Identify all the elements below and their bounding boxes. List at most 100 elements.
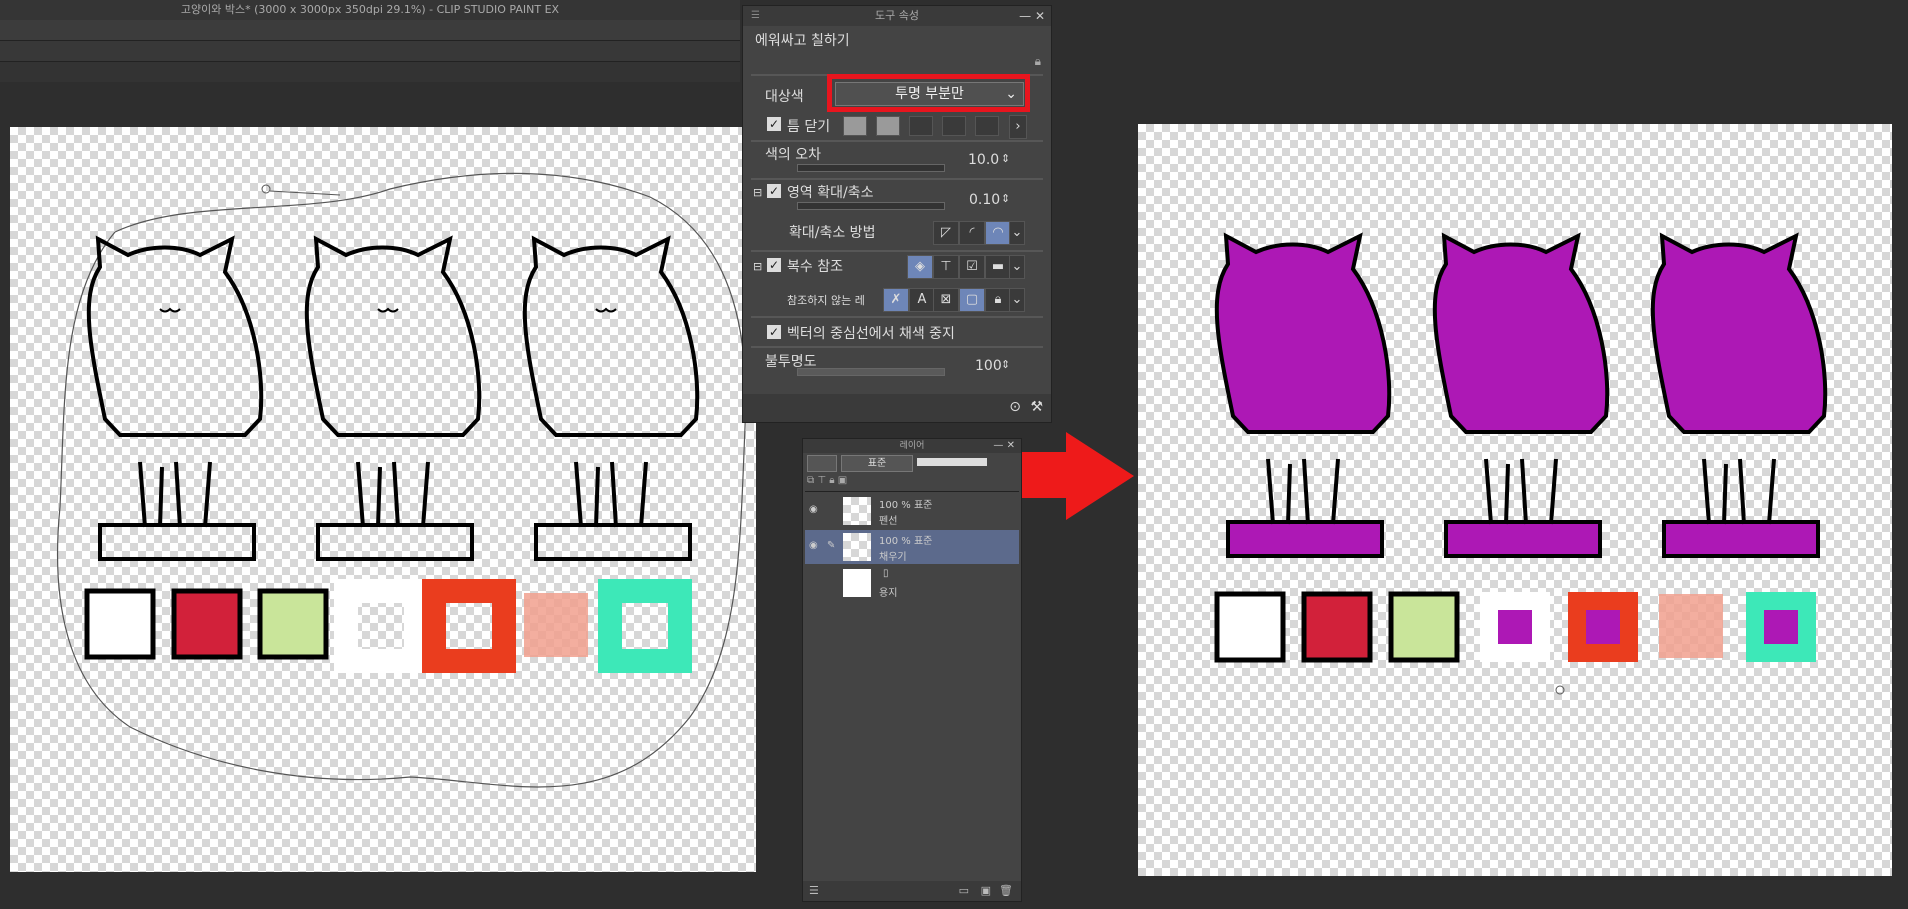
tolerance-label: 색의 오차 bbox=[765, 147, 821, 163]
tool-name: 에워싸고 칠하기 bbox=[755, 33, 850, 49]
check-icon[interactable]: ✓ bbox=[767, 117, 781, 131]
chevron-right-icon[interactable]: › bbox=[1009, 115, 1027, 139]
chevron-down-icon[interactable]: ⌄ bbox=[1009, 255, 1025, 279]
layer-opacity: 100 % 표준 bbox=[879, 536, 933, 547]
scale-soft-icon[interactable]: ◠ bbox=[985, 221, 1011, 245]
tolerance-value[interactable]: 10.0 bbox=[968, 152, 999, 168]
area-scaling-slider[interactable] bbox=[797, 202, 945, 210]
layer-row[interactable]: ◉ 100 % 표준 펜선 bbox=[805, 494, 1019, 528]
divider bbox=[751, 178, 1043, 180]
panel-menu-icon[interactable]: ☰ bbox=[809, 884, 819, 897]
tolerance-slider[interactable] bbox=[797, 164, 945, 172]
gap-level-3[interactable] bbox=[909, 116, 933, 136]
clip-icon[interactable]: ⧉ bbox=[807, 475, 814, 486]
command-bar bbox=[0, 20, 740, 41]
check-icon[interactable]: ✓ bbox=[767, 325, 781, 339]
scaling-method-label: 확대/축소 방법 bbox=[789, 225, 876, 241]
chevron-down-icon[interactable]: ⌄ bbox=[1009, 288, 1025, 312]
canvas-before[interactable] bbox=[10, 127, 756, 872]
layer-panel-footer: ☰ 🗑︎ ▣ ▭ bbox=[803, 881, 1021, 901]
close-gap-label: 틈 닫기 bbox=[787, 119, 831, 135]
scale-square-icon[interactable]: ◸ bbox=[933, 221, 959, 245]
opacity-value[interactable]: 100 bbox=[975, 358, 1002, 374]
exclude-edit-icon[interactable]: ⊠ bbox=[933, 288, 959, 312]
check-icon[interactable]: ✓ bbox=[767, 258, 781, 272]
swatch-row-after bbox=[1214, 591, 1816, 663]
exclude-locked-icon[interactable]: 🔒︎ bbox=[985, 288, 1011, 312]
layer-panel: 레이어 — ✕ 표준 ⧉ ⊤ 🔒︎ ▣ ◉ 100 % 표준 펜선 ◉ ✎ 10… bbox=[802, 438, 1022, 902]
mask-icon[interactable]: ▣ bbox=[838, 475, 847, 486]
panel-footer: ⊙ ⚒ bbox=[743, 394, 1051, 422]
divider bbox=[751, 316, 1043, 318]
reference-all-layers-icon[interactable]: ◈ bbox=[907, 255, 933, 279]
folder-icon[interactable]: ▬ bbox=[985, 255, 1011, 279]
layer-name: 펜선 bbox=[879, 516, 898, 527]
tool-property-panel: ☰ 도구 속성 — ✕ 에워싸고 칠하기 🔒︎ 대상색 투명 부분만 ⌄ ✓ 틈… bbox=[742, 5, 1052, 423]
exclude-paper-icon[interactable]: ▢ bbox=[959, 288, 985, 312]
divider bbox=[751, 346, 1043, 348]
area-scaling-value[interactable]: 0.10 bbox=[969, 192, 1000, 208]
opacity-slider[interactable] bbox=[797, 368, 945, 376]
canvas-after[interactable] bbox=[1138, 124, 1892, 876]
cat-3-filled bbox=[1650, 232, 1828, 558]
grip-icon[interactable]: ☰ bbox=[751, 6, 760, 26]
collapse-icon[interactable]: ⊟ bbox=[753, 260, 762, 273]
minimize-icon[interactable]: — bbox=[1019, 9, 1031, 23]
gap-level-1[interactable] bbox=[843, 116, 867, 136]
eye-icon[interactable]: ◉ bbox=[809, 504, 818, 515]
window-title: 고양이와 박스* (3000 x 3000px 350dpi 29.1%) - … bbox=[0, 0, 740, 20]
new-layer-icon[interactable]: ▣ bbox=[981, 884, 991, 897]
layer-panel-titlebar: 레이어 — ✕ bbox=[803, 439, 1021, 453]
blend-mode-dropdown[interactable]: 표준 bbox=[841, 455, 913, 472]
reference-layer-icon[interactable]: ⊤ bbox=[817, 475, 826, 486]
layer-thumbnail bbox=[843, 497, 871, 525]
panel-controls: — ✕ bbox=[1019, 6, 1045, 26]
multi-reference-label: 복수 참조 bbox=[787, 259, 843, 275]
reference-selected-icon[interactable]: ☑ bbox=[959, 255, 985, 279]
spin-icon[interactable]: ⇕ bbox=[1001, 152, 1010, 165]
wrench-icon[interactable]: ⚒ bbox=[1030, 399, 1043, 415]
highlight-box bbox=[827, 74, 1030, 112]
cat-1 bbox=[86, 235, 264, 561]
lasso-cursor-icon bbox=[261, 184, 271, 194]
trash-icon[interactable]: 🗑︎ bbox=[999, 884, 1013, 897]
minimize-icon[interactable]: — bbox=[993, 440, 1003, 451]
tool-settings-icon[interactable]: ⊙ bbox=[1009, 399, 1021, 415]
layer-thumbnail bbox=[843, 569, 871, 597]
eye-icon[interactable]: ◉ bbox=[809, 540, 818, 551]
panel-controls: — ✕ bbox=[993, 439, 1015, 453]
cat-2 bbox=[304, 235, 482, 561]
spin-icon[interactable]: ⇕ bbox=[1001, 192, 1010, 205]
layer-row-selected[interactable]: ◉ ✎ 100 % 표준 채우기 bbox=[805, 530, 1019, 564]
gap-level-4[interactable] bbox=[942, 116, 966, 136]
lock-icon[interactable]: 🔒︎ bbox=[1035, 54, 1041, 69]
gap-level-2[interactable] bbox=[876, 116, 900, 136]
area-scaling-label: 영역 확대/축소 bbox=[787, 185, 874, 201]
folder-icon[interactable]: ▭ bbox=[959, 884, 969, 897]
cat-3 bbox=[522, 235, 700, 561]
layer-row[interactable]: ▯ 용지 bbox=[805, 566, 1019, 600]
reference-layer-icon[interactable]: ⊤ bbox=[933, 255, 959, 279]
scale-round-icon[interactable]: ◜ bbox=[959, 221, 985, 245]
lock-icon[interactable]: 🔒︎ bbox=[829, 475, 834, 486]
gap-level-5[interactable] bbox=[975, 116, 999, 136]
arrow-right-icon bbox=[1066, 432, 1134, 520]
artwork-after bbox=[1214, 232, 1828, 695]
divider bbox=[751, 140, 1043, 142]
paper-icon: ▯ bbox=[883, 568, 889, 579]
chevron-down-icon[interactable]: ⌄ bbox=[1009, 221, 1025, 245]
exclude-text-icon[interactable]: A bbox=[909, 288, 935, 312]
blend-mode-value: 표준 bbox=[867, 458, 887, 469]
collapse-icon[interactable]: ⊟ bbox=[753, 186, 762, 199]
spin-icon[interactable]: ⇕ bbox=[1001, 358, 1010, 371]
layer-panel-title: 레이어 bbox=[899, 441, 925, 451]
layer-opacity-slider[interactable] bbox=[917, 458, 987, 466]
close-icon[interactable]: ✕ bbox=[1035, 9, 1045, 23]
layer-color-button[interactable] bbox=[807, 455, 837, 472]
exclude-draft-icon[interactable]: ✗ bbox=[883, 288, 909, 312]
cat-2-filled bbox=[1432, 232, 1610, 558]
panel-titlebar: ☰ 도구 속성 — ✕ bbox=[743, 6, 1051, 26]
check-icon[interactable]: ✓ bbox=[767, 184, 781, 198]
swatch-row-before bbox=[84, 579, 692, 673]
close-icon[interactable]: ✕ bbox=[1007, 440, 1015, 451]
